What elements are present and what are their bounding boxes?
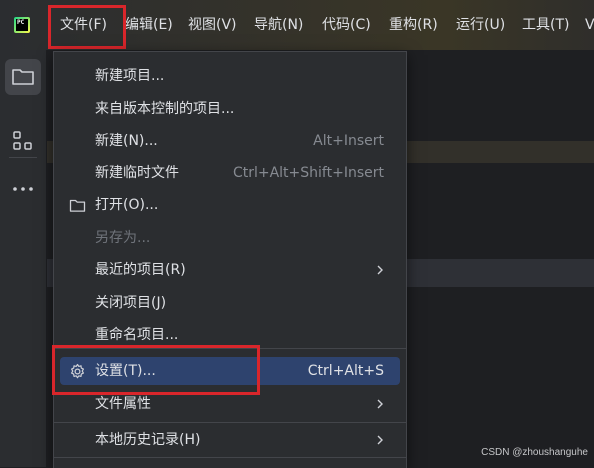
menu-item-new-scratch-file[interactable]: 新建临时文件 Ctrl+Alt+Shift+Insert [60,159,400,187]
menu-item-recent-projects[interactable]: 最近的项目(R) [60,256,400,284]
more-icon [13,187,33,191]
highlight-box-file-menu [48,5,126,49]
menu-view[interactable]: 视图(V) [188,15,237,35]
menu-item-label: 另存为... [95,230,151,246]
chevron-right-icon [377,265,383,275]
menu-item-label: 新建临时文件 [95,165,179,181]
chevron-right-icon [377,399,383,409]
menu-item-new-project[interactable]: 新建项目... [60,62,400,90]
structure-tool-button[interactable] [5,123,41,159]
menu-item-project-from-vcs[interactable]: 来自版本控制的项目... [60,95,400,123]
menu-run[interactable]: 运行(U) [456,15,505,35]
menu-edit[interactable]: 编辑(E) [125,15,173,35]
tool-window-strip [0,50,47,467]
menu-separator [54,457,406,458]
menu-item-label: 来自版本控制的项目... [95,101,235,117]
menu-separator [54,422,406,423]
menu-item-label: 本地历史记录(H) [95,432,201,448]
menu-refactor[interactable]: 重构(R) [389,15,438,35]
menu-navigate[interactable]: 导航(N) [254,15,303,35]
logo-text: PC [16,19,28,31]
pycharm-logo-icon: PC [14,17,30,33]
project-tool-button[interactable] [5,59,41,95]
structure-icon [13,131,32,150]
chevron-right-icon [377,435,383,445]
menu-item-label: 最近的项目(R) [95,262,186,278]
watermark: CSDN @zhoushanguhe [481,447,588,458]
menu-item-label: 打开(O)... [95,197,159,213]
menu-vcs[interactable]: V [585,15,594,35]
menu-item-label: 关闭项目(J) [95,295,167,311]
file-menu-dropdown: 新建项目... 来自版本控制的项目... 新建(N)... Alt+Insert… [53,51,407,468]
menu-item-local-history[interactable]: 本地历史记录(H) [60,426,400,454]
menu-code[interactable]: 代码(C) [322,15,371,35]
menu-tools[interactable]: 工具(T) [522,15,569,35]
folder-icon [69,199,86,212]
menu-item-label: 新建项目... [95,68,165,84]
highlight-box-settings [52,345,260,395]
menu-item-shortcut: Alt+Insert [313,133,384,149]
folder-icon [12,69,34,85]
menu-item-close-project[interactable]: 关闭项目(J) [60,289,400,317]
menu-item-shortcut: Ctrl+Alt+Shift+Insert [232,165,384,181]
menu-item-save-as: 另存为... [60,224,400,252]
menu-item-shortcut: Ctrl+Alt+S [307,363,384,379]
menu-item-open[interactable]: 打开(O)... [60,191,400,219]
menu-item-new[interactable]: 新建(N)... Alt+Insert [60,127,400,155]
more-tools-button[interactable] [5,171,41,207]
menu-item-label: 新建(N)... [95,133,158,149]
